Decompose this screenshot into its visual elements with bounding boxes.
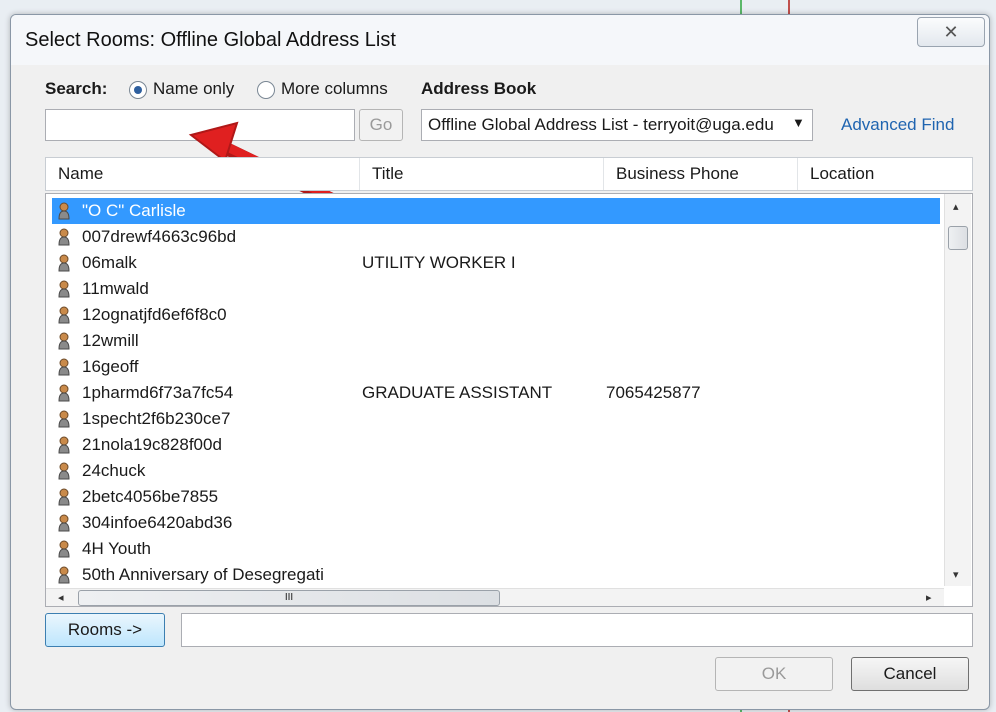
person-icon bbox=[58, 436, 70, 454]
title-bar: Select Rooms: Offline Global Address Lis… bbox=[11, 15, 989, 65]
more-columns-radio[interactable] bbox=[257, 81, 275, 99]
rooms-field[interactable] bbox=[181, 613, 973, 647]
row-name: 21nola19c828f00d bbox=[82, 435, 222, 454]
more-columns-label[interactable]: More columns bbox=[281, 79, 388, 99]
row-name: 24chuck bbox=[82, 461, 146, 480]
row-name: 1pharmd6f73a7fc54 bbox=[82, 383, 234, 402]
person-icon bbox=[58, 306, 70, 324]
list-item[interactable]: 1pharmd6f73a7fc54 GRADUATE ASSISTANT 70654… bbox=[52, 380, 940, 406]
person-icon bbox=[58, 488, 70, 506]
chevron-down-icon: ▼ bbox=[792, 115, 805, 130]
person-icon bbox=[58, 358, 70, 376]
list-item[interactable]: 2betc4056be7855 bbox=[52, 484, 940, 510]
list-item[interactable]: 06malk UTILITY WORKER I bbox=[52, 250, 940, 276]
row-name: 12wmill bbox=[82, 331, 139, 350]
address-book-select[interactable]: Offline Global Address List - terryoit@u… bbox=[421, 109, 813, 141]
address-book-label: Address Book bbox=[421, 79, 537, 98]
row-name: 16geoff bbox=[82, 357, 139, 376]
vertical-scroll-thumb[interactable] bbox=[948, 226, 968, 250]
advanced-find-link[interactable]: Advanced Find bbox=[841, 115, 954, 135]
address-list[interactable]: 50th Anniversary of Desegregati 4H Youth 3… bbox=[45, 193, 973, 607]
select-rooms-dialog: Select Rooms: Offline Global Address Lis… bbox=[10, 14, 990, 710]
person-icon bbox=[58, 410, 70, 428]
row-name: 50th Anniversary of Desegregati bbox=[82, 565, 324, 584]
go-button[interactable]: Go bbox=[359, 109, 403, 141]
row-phone: 7065425877 bbox=[606, 383, 701, 402]
scroll-right-icon[interactable]: ▸ bbox=[926, 591, 932, 604]
list-item[interactable]: "O C" Carlisle bbox=[52, 198, 940, 224]
row-title: UTILITY WORKER I bbox=[362, 253, 516, 272]
close-icon: ✕ bbox=[943, 22, 959, 42]
address-book-selected: Offline Global Address List - terryoit@u… bbox=[428, 115, 774, 134]
row-name: 4H Youth bbox=[82, 539, 152, 558]
column-header: Name Title Business Phone Location bbox=[45, 157, 973, 191]
list-item[interactable]: 24chuck bbox=[52, 458, 940, 484]
person-icon bbox=[58, 254, 70, 272]
row-name: "O C" Carlisle bbox=[82, 201, 186, 220]
person-icon bbox=[58, 384, 70, 402]
rooms-button[interactable]: Rooms -> bbox=[45, 613, 165, 647]
row-name: 06malk bbox=[82, 253, 137, 272]
list-item[interactable]: 12wmill bbox=[52, 328, 940, 354]
row-name: 12ognatjfd6ef6f8c0 bbox=[82, 305, 227, 324]
scroll-down-icon[interactable]: ▾ bbox=[953, 568, 959, 581]
grip-icon: III bbox=[284, 592, 294, 603]
list-item[interactable]: 12ognatjfd6ef6f8c0 bbox=[52, 302, 940, 328]
name-only-label[interactable]: Name only bbox=[153, 79, 234, 99]
ok-button[interactable]: OK bbox=[715, 657, 833, 691]
search-label: Search: bbox=[45, 79, 108, 98]
row-name: 007drewf4663c96bd bbox=[82, 227, 237, 246]
column-title-header[interactable]: Title bbox=[360, 158, 604, 190]
row-name: 304infoe6420abd36 bbox=[82, 513, 233, 532]
person-icon bbox=[58, 202, 70, 220]
person-icon bbox=[58, 566, 70, 584]
row-name: 11mwald bbox=[82, 279, 149, 298]
person-icon bbox=[58, 462, 70, 480]
column-name-header[interactable]: Name bbox=[46, 158, 360, 190]
list-item[interactable]: 1specht2f6b230ce7 bbox=[52, 406, 940, 432]
scroll-up-icon[interactable]: ▴ bbox=[953, 200, 959, 213]
list-item[interactable]: 21nola19c828f00d bbox=[52, 432, 940, 458]
row-title: GRADUATE ASSISTANT bbox=[362, 383, 553, 402]
list-item[interactable]: 4H Youth bbox=[52, 536, 940, 562]
cancel-button[interactable]: Cancel bbox=[851, 657, 969, 691]
person-icon bbox=[58, 228, 70, 246]
window-title: Select Rooms: Offline Global Address Lis… bbox=[25, 29, 396, 51]
person-icon bbox=[58, 280, 70, 298]
list-item[interactable]: 50th Anniversary of Desegregati bbox=[52, 562, 940, 588]
list-item[interactable]: 11mwald bbox=[52, 276, 940, 302]
row-name: 2betc4056be7855 bbox=[82, 487, 219, 506]
horizontal-scroll-thumb[interactable]: III bbox=[78, 590, 500, 606]
person-icon bbox=[58, 514, 70, 532]
horizontal-scrollbar[interactable]: ◂ III ▸ bbox=[46, 588, 944, 606]
name-only-radio[interactable] bbox=[129, 81, 147, 99]
vertical-scrollbar[interactable]: ▴ ▾ bbox=[944, 194, 971, 586]
list-item[interactable]: 16geoff bbox=[52, 354, 940, 380]
column-business-phone-header[interactable]: Business Phone bbox=[604, 158, 798, 190]
list-item[interactable]: 007drewf4663c96bd bbox=[52, 224, 940, 250]
person-icon bbox=[58, 332, 70, 350]
person-icon bbox=[58, 540, 70, 558]
scroll-left-icon[interactable]: ◂ bbox=[58, 591, 64, 604]
column-location-header[interactable]: Location bbox=[798, 158, 972, 190]
close-button[interactable]: ✕ bbox=[917, 17, 985, 47]
list-item[interactable]: 304infoe6420abd36 bbox=[52, 510, 940, 536]
row-name: 1specht2f6b230ce7 bbox=[82, 409, 231, 428]
